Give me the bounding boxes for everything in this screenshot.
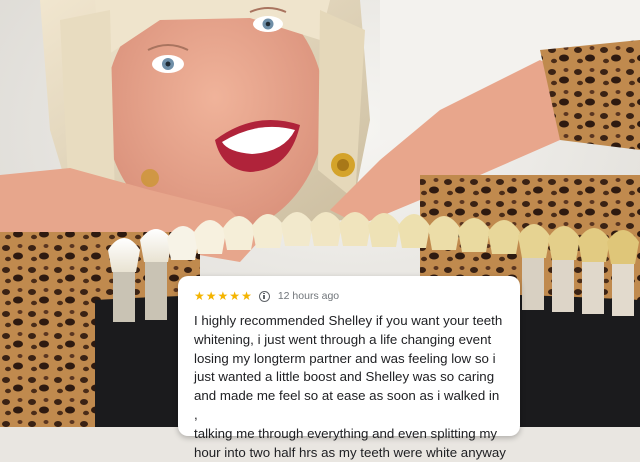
review-text: I highly recommended Shelley if you want… [194,313,506,460]
info-icon[interactable] [258,290,270,302]
star-icon: ★ [241,289,252,303]
star-icon: ★ [205,289,217,303]
star-rating: ★ ★ ★ ★ ★ [194,289,252,303]
star-icon: ★ [194,289,205,303]
review-timestamp: 12 hours ago [277,290,340,302]
review-card: ★ ★ ★ ★ ★ 12 hours ago I highly recommen… [178,276,520,460]
review-meta: ★ ★ ★ ★ ★ 12 hours ago [194,288,506,304]
star-icon: ★ [217,289,229,303]
star-icon: ★ [229,289,241,303]
